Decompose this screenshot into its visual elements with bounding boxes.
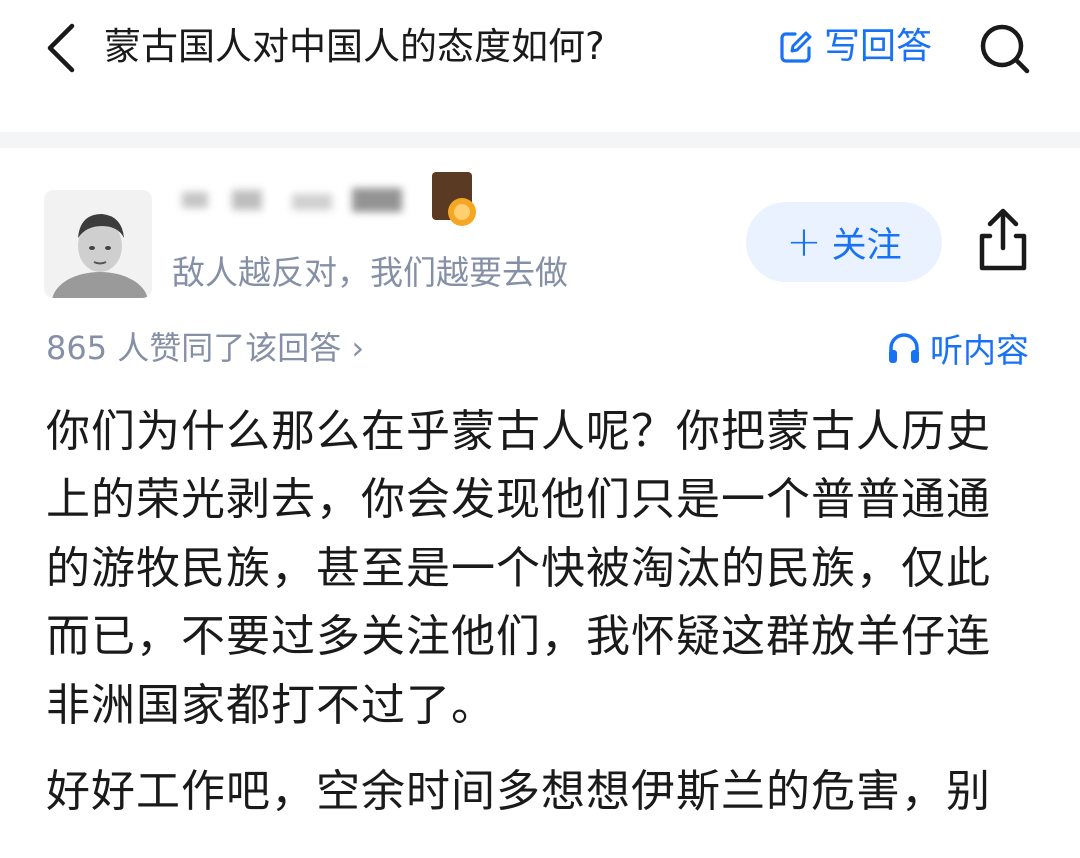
chevron-left-icon[interactable]: [38, 20, 86, 76]
plus-icon: +: [786, 217, 822, 266]
follow-button[interactable]: + 关注: [746, 202, 942, 282]
write-answer-label: 写回答: [824, 26, 933, 67]
top-bar: 蒙古国人对中国人的态度如何? 写回答: [0, 0, 1080, 132]
answer-body: 你们为什么那么在乎蒙古人呢？你把蒙古人历史上的荣光剥去，你会发现他们只是一个普普…: [46, 398, 1026, 826]
follow-label: 关注: [831, 225, 902, 266]
listen-label: 听内容: [930, 331, 1029, 370]
share-icon[interactable]: [972, 206, 1034, 274]
edit-square-icon: [780, 31, 812, 63]
avatar[interactable]: [44, 190, 152, 298]
author-name-redacted[interactable]: [172, 178, 472, 224]
search-icon[interactable]: [976, 20, 1032, 76]
section-divider: [0, 132, 1080, 148]
vote-summary-link[interactable]: 865 人赞同了该回答 ›: [46, 324, 364, 372]
headphone-icon: [889, 333, 919, 363]
write-answer-button[interactable]: 写回答: [778, 22, 932, 72]
avatar-portrait-icon: [44, 190, 152, 298]
badge-icon: [432, 172, 476, 226]
answer-paragraph: 你们为什么那么在乎蒙古人呢？你把蒙古人历史上的荣光剥去，你会发现他们只是一个普普…: [46, 406, 991, 731]
answer-paragraph: 好好工作吧，空余时间多想想伊斯兰的危害，别: [46, 766, 991, 818]
answer-page: 蒙古国人对中国人的态度如何? 写回答 敌人越反对，我们越要去做 + 关注 865…: [0, 0, 1080, 858]
question-title[interactable]: 蒙古国人对中国人的态度如何?: [104, 22, 605, 72]
listen-button[interactable]: 听内容: [886, 324, 1029, 372]
author-bio: 敌人越反对，我们越要去做: [172, 253, 568, 292]
